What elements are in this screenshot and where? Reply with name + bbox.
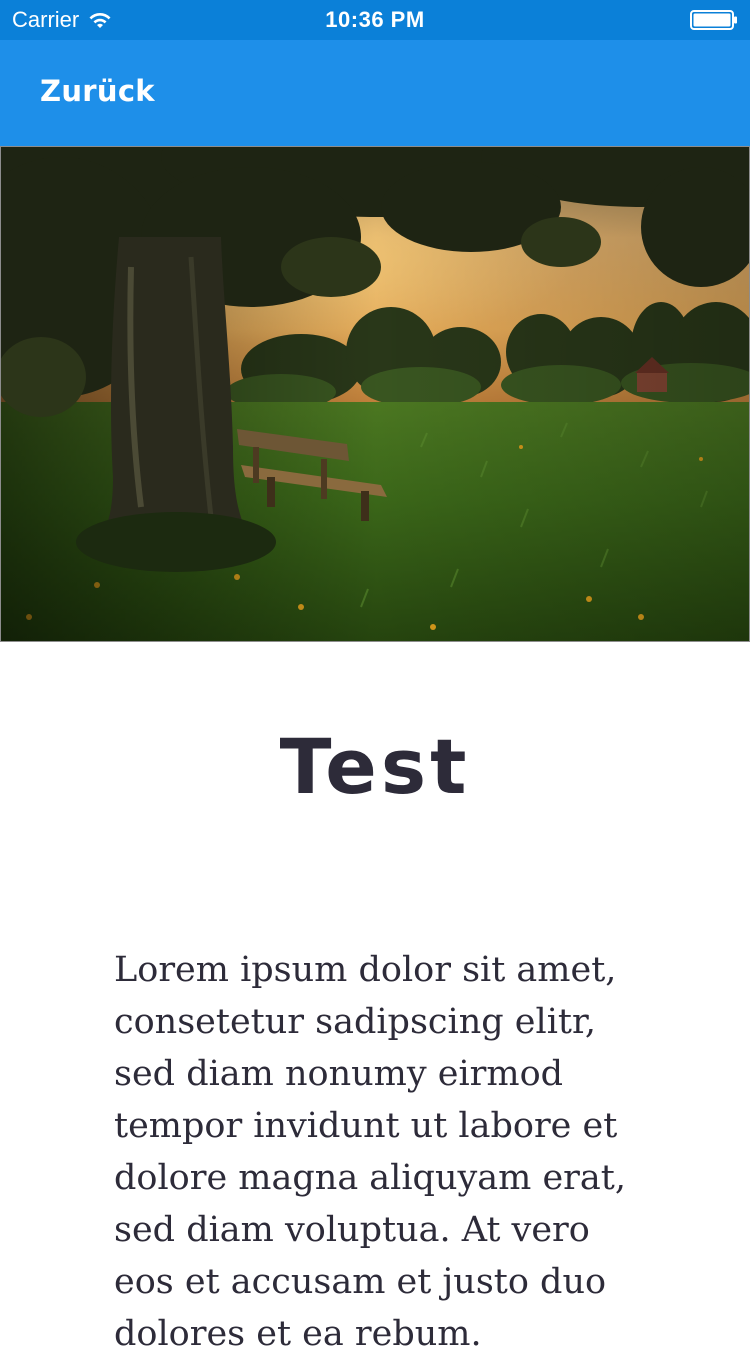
back-button[interactable]: Zurück [40,74,155,108]
body-text: Lorem ipsum dolor sit amet, consetetur s… [114,950,626,1354]
status-time: 10:36 PM [325,7,425,32]
navigation-bar: Zurück [0,40,750,146]
battery-icon [690,10,737,30]
landscape-image [1,147,749,641]
hero-image [0,146,750,642]
status-bar: Carrier 10:36 PM [0,0,750,40]
page-title: Test [279,722,471,811]
